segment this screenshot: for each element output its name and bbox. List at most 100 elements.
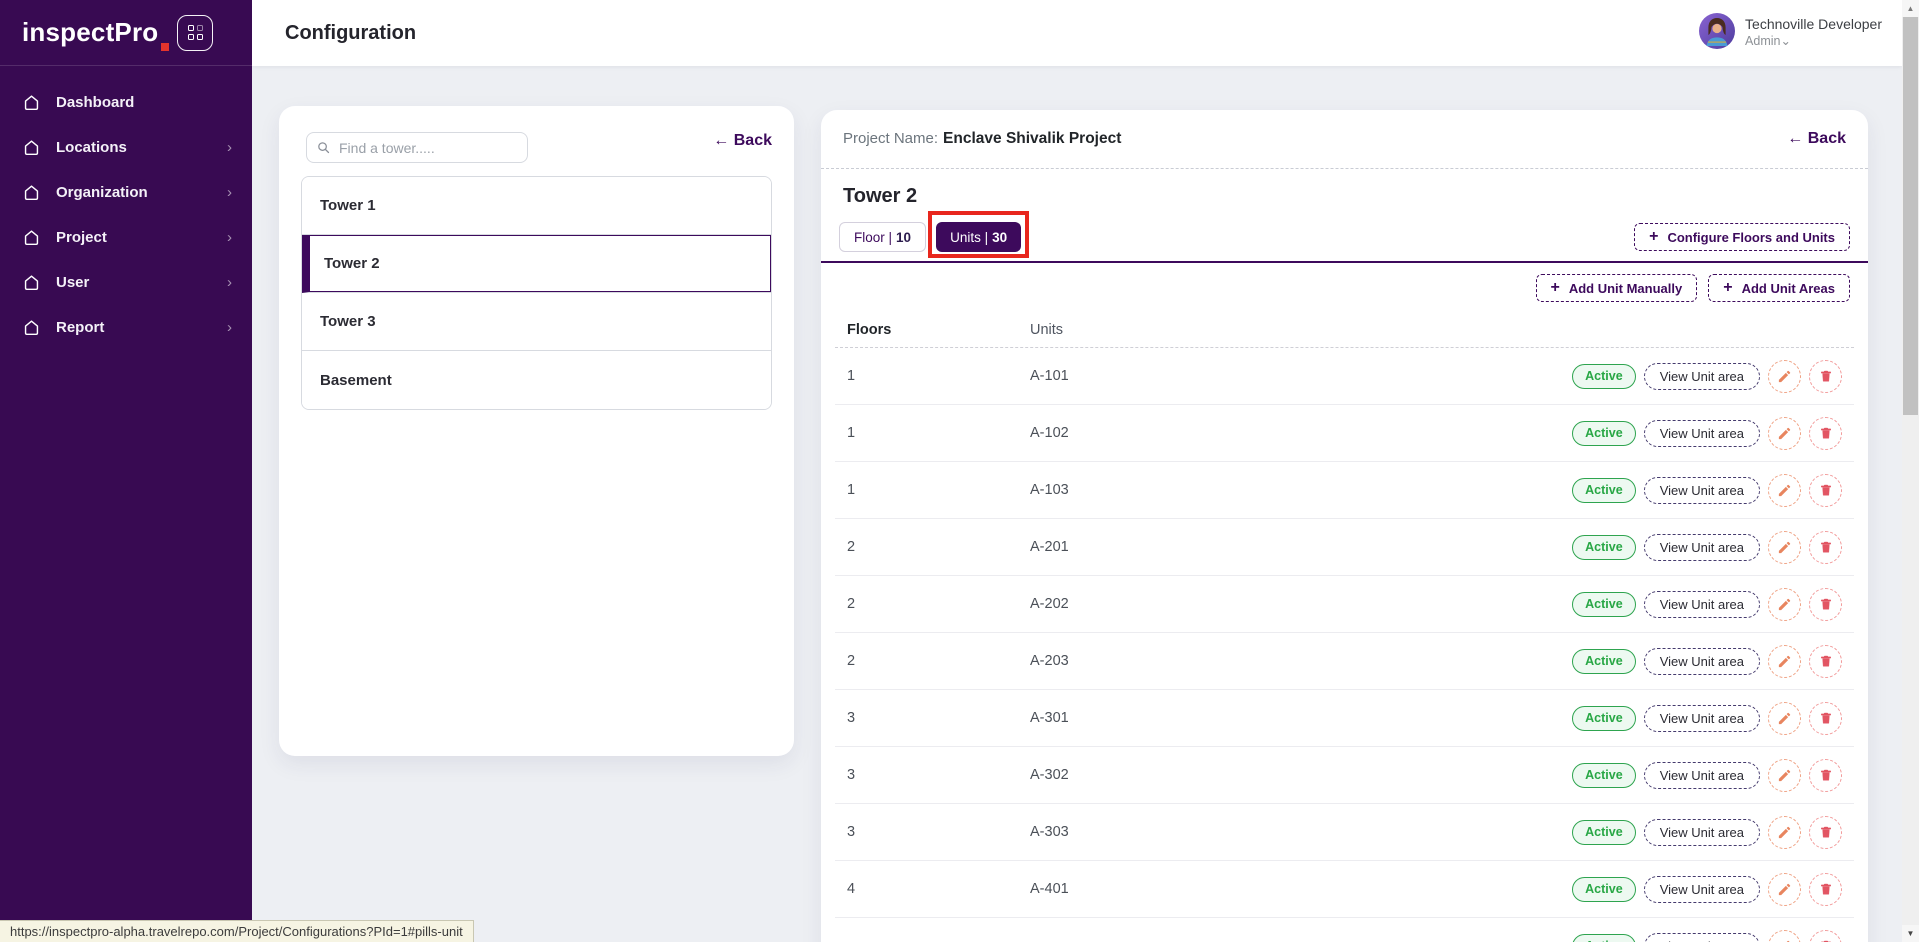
active-status-badge[interactable]: Active <box>1572 421 1636 446</box>
view-unit-area-button[interactable]: View Unit area <box>1644 363 1760 390</box>
trash-icon <box>1819 654 1833 668</box>
delete-button[interactable] <box>1809 588 1842 621</box>
active-status-badge[interactable]: Active <box>1572 877 1636 902</box>
unit-cell: A-102 <box>1030 425 1572 441</box>
tower-search-input[interactable] <box>306 132 528 163</box>
edit-button[interactable] <box>1768 531 1801 564</box>
vertical-scrollbar[interactable]: ▲ ▼ <box>1902 0 1919 942</box>
delete-button[interactable] <box>1809 930 1842 942</box>
edit-button[interactable] <box>1768 702 1801 735</box>
edit-button[interactable] <box>1768 645 1801 678</box>
view-unit-area-button[interactable]: View Unit area <box>1644 648 1760 675</box>
scroll-down-button[interactable]: ▼ <box>1902 925 1919 942</box>
trash-icon <box>1819 825 1833 839</box>
unit-table-row: 1 A-103 Active View Unit area <box>835 462 1854 519</box>
trash-icon <box>1819 369 1833 383</box>
tower-back-button[interactable]: ← Back <box>713 132 772 150</box>
active-status-badge[interactable]: Active <box>1572 934 1636 942</box>
add-unit-manually-button[interactable]: + Add Unit Manually <box>1536 274 1698 302</box>
unit-cell: A-202 <box>1030 596 1572 612</box>
tower-list-card: ← Back Tower 1 Tower 2 Tower 3 Basement <box>279 106 794 756</box>
active-status-badge[interactable]: Active <box>1572 706 1636 731</box>
pencil-icon <box>1777 369 1792 384</box>
home-icon <box>22 273 42 293</box>
row-actions: Active View Unit area <box>1572 702 1842 735</box>
edit-button[interactable] <box>1768 417 1801 450</box>
tab-floor[interactable]: Floor |10 <box>839 222 926 252</box>
view-unit-area-button[interactable]: View Unit area <box>1644 705 1760 732</box>
plus-icon: + <box>1551 279 1560 297</box>
scrollbar-thumb[interactable] <box>1903 17 1918 415</box>
tower-title: Tower 2 <box>843 185 1846 208</box>
unit-cell: A-303 <box>1030 824 1572 840</box>
detail-back-button[interactable]: ← Back <box>1787 130 1846 148</box>
active-status-badge[interactable]: Active <box>1572 364 1636 389</box>
column-header-units: Units <box>1030 322 1842 338</box>
sidebar-item-user[interactable]: User › <box>0 260 252 305</box>
delete-button[interactable] <box>1809 816 1842 849</box>
sidebar-item-dashboard[interactable]: Dashboard <box>0 80 252 125</box>
sidebar-toggle-button[interactable] <box>177 15 213 51</box>
view-unit-area-button[interactable]: View Unit area <box>1644 762 1760 789</box>
add-unit-areas-button[interactable]: + Add Unit Areas <box>1708 274 1850 302</box>
delete-button[interactable] <box>1809 360 1842 393</box>
delete-button[interactable] <box>1809 702 1842 735</box>
unit-table-row: 1 A-101 Active View Unit area <box>835 348 1854 405</box>
edit-button[interactable] <box>1768 930 1801 942</box>
tower-list-item[interactable]: Tower 3 <box>302 293 771 351</box>
sidebar-item-label: Project <box>56 229 107 246</box>
tower-list-item[interactable]: Basement <box>302 351 771 409</box>
delete-button[interactable] <box>1809 417 1842 450</box>
active-status-badge[interactable]: Active <box>1572 820 1636 845</box>
view-unit-area-button[interactable]: View Unit area <box>1644 819 1760 846</box>
edit-button[interactable] <box>1768 873 1801 906</box>
tab-units[interactable]: Units |30 <box>936 222 1021 252</box>
delete-button[interactable] <box>1809 474 1842 507</box>
chevron-right-icon: › <box>227 229 232 246</box>
view-unit-area-button[interactable]: View Unit area <box>1644 420 1760 447</box>
row-actions: Active View Unit area <box>1572 474 1842 507</box>
active-status-badge[interactable]: Active <box>1572 649 1636 674</box>
pencil-icon <box>1777 597 1792 612</box>
floor-cell: 4 <box>847 881 1030 897</box>
tower-list-item[interactable]: Tower 2 <box>302 235 771 293</box>
active-status-badge[interactable]: Active <box>1572 478 1636 503</box>
trash-icon <box>1819 711 1833 725</box>
delete-button[interactable] <box>1809 645 1842 678</box>
edit-button[interactable] <box>1768 474 1801 507</box>
edit-button[interactable] <box>1768 360 1801 393</box>
sidebar-item-organization[interactable]: Organization › <box>0 170 252 215</box>
user-menu[interactable]: Technoville Developer Admin⌄ <box>1699 13 1882 54</box>
units-table-header: Floors Units <box>835 312 1854 348</box>
view-unit-area-button[interactable]: View Unit area <box>1644 534 1760 561</box>
delete-button[interactable] <box>1809 759 1842 792</box>
unit-table-row: 4 A-401 Active View Unit area <box>835 861 1854 918</box>
view-unit-area-button[interactable]: View Unit area <box>1644 933 1760 942</box>
view-unit-area-button[interactable]: View Unit area <box>1644 876 1760 903</box>
row-actions: Active View Unit area <box>1572 759 1842 792</box>
sidebar-item-locations[interactable]: Locations › <box>0 125 252 170</box>
home-icon <box>22 228 42 248</box>
active-status-badge[interactable]: Active <box>1572 592 1636 617</box>
delete-button[interactable] <box>1809 531 1842 564</box>
sidebar-item-report[interactable]: Report › <box>0 305 252 350</box>
avatar <box>1699 13 1735 54</box>
unit-cell: A-302 <box>1030 767 1572 783</box>
floor-cell: 2 <box>847 596 1030 612</box>
active-status-badge[interactable]: Active <box>1572 763 1636 788</box>
home-icon <box>22 318 42 338</box>
tower-list-item[interactable]: Tower 1 <box>302 177 771 235</box>
scroll-up-button[interactable]: ▲ <box>1902 0 1919 17</box>
sidebar-item-label: Report <box>56 319 104 336</box>
edit-button[interactable] <box>1768 816 1801 849</box>
sidebar-item-project[interactable]: Project › <box>0 215 252 260</box>
view-unit-area-button[interactable]: View Unit area <box>1644 477 1760 504</box>
active-status-badge[interactable]: Active <box>1572 535 1636 560</box>
configure-floors-units-button[interactable]: + Configure Floors and Units <box>1634 223 1850 251</box>
delete-button[interactable] <box>1809 873 1842 906</box>
view-unit-area-button[interactable]: View Unit area <box>1644 591 1760 618</box>
sidebar-item-label: User <box>56 274 89 291</box>
logo-row: inspectPro <box>0 0 252 66</box>
edit-button[interactable] <box>1768 588 1801 621</box>
edit-button[interactable] <box>1768 759 1801 792</box>
